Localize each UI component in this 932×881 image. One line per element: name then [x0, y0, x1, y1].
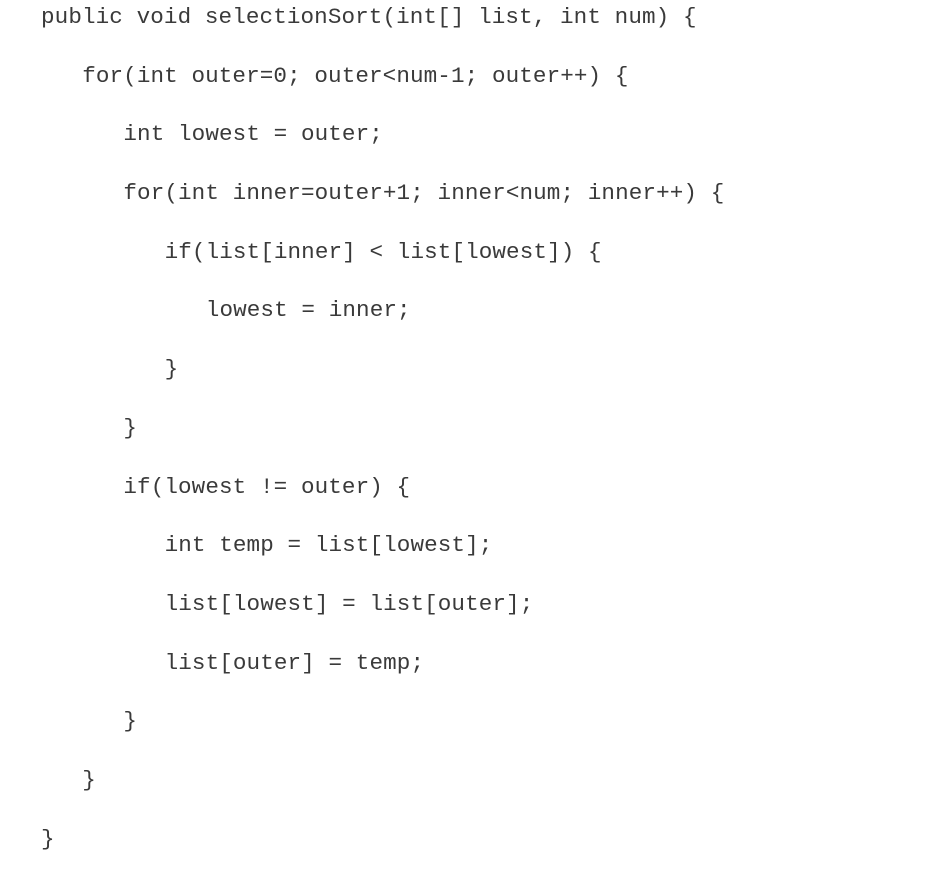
code-line-outer-for: for(int outer=0; outer<num-1; outer++) { — [82, 62, 629, 89]
code-line-if-swap: if(lowest != outer) { — [123, 473, 411, 500]
code-line-method-signature: public void selectionSort(int[] list, in… — [41, 4, 697, 30]
code-line-inner-for: for(int inner=outer+1; inner<num; inner+… — [123, 180, 725, 207]
code-line-lowest-assign: lowest = inner; — [205, 297, 411, 324]
code-line-swap-outer: list[outer] = temp; — [164, 649, 425, 676]
code-line-close-method: } — [41, 825, 55, 852]
code-line-close-if-swap: } — [123, 708, 138, 735]
code-line-if-compare: if(list[inner] < list[lowest]) { — [164, 238, 602, 265]
code-block: public void selectionSort(int[] list, in… — [41, 1, 724, 881]
code-line-close-outer-for: } — [82, 766, 96, 793]
code-line-close-inner-for: } — [123, 414, 138, 441]
code-line-swap-lowest: list[lowest] = list[outer]; — [164, 590, 534, 617]
code-line-lowest-init: int lowest = outer; — [123, 121, 383, 148]
code-line-close-if: } — [164, 356, 179, 383]
code-line-temp-assign: int temp = list[lowest]; — [164, 532, 493, 559]
